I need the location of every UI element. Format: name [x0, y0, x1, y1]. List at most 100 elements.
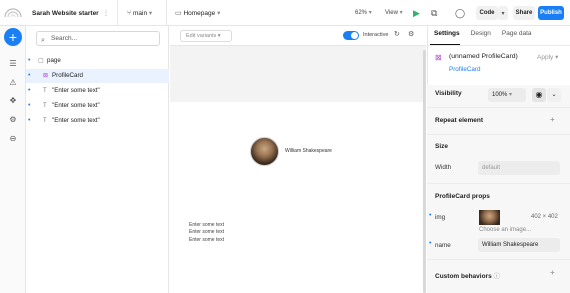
- layer-label: "Enter some text": [52, 87, 100, 94]
- chevron-down-icon: ▾: [217, 10, 221, 17]
- divider: [427, 259, 570, 260]
- add-behavior-icon[interactable]: +: [550, 268, 555, 278]
- bullet-icon: •: [429, 212, 432, 219]
- img-thumbnail[interactable]: [479, 210, 500, 225]
- component-icon: ⊠: [43, 73, 49, 79]
- app-logo[interactable]: [3, 3, 23, 23]
- bullet-icon: •: [28, 117, 31, 124]
- page-icon: ▭: [175, 10, 182, 17]
- width-label: Width: [435, 164, 452, 171]
- branch-icon: ⑂: [127, 10, 132, 17]
- code-menu-button[interactable]: ▾: [498, 6, 508, 20]
- chevron-down-icon: ▾: [555, 54, 559, 61]
- project-name: Sarah Website starter: [32, 10, 99, 17]
- layer-label: page: [47, 57, 61, 64]
- search-placeholder: Search...: [51, 35, 78, 42]
- layer-item-page[interactable]: • ▢ page: [26, 54, 169, 68]
- text-icon: T: [43, 118, 47, 124]
- profile-avatar[interactable]: [250, 137, 279, 166]
- text-block[interactable]: Enter some text Enter some text Enter so…: [189, 222, 224, 244]
- comment-icon[interactable]: ◯: [455, 8, 465, 18]
- chevron-down-icon: ▾: [509, 92, 513, 98]
- tab-page-data[interactable]: Page data: [502, 30, 532, 37]
- layers-search-input[interactable]: ⌕ Search...: [36, 31, 160, 46]
- search-icon: ⌕: [41, 37, 45, 44]
- bullet-icon: •: [28, 57, 31, 64]
- settings-icon[interactable]: ⚙: [7, 114, 19, 126]
- img-size: 402 × 402: [531, 214, 558, 220]
- panel-tabs: Settings Design Page data: [434, 30, 543, 37]
- branch-select[interactable]: ⑂ main ▾: [127, 9, 152, 19]
- layer-item-text[interactable]: • T "Enter some text": [26, 84, 169, 98]
- custom-behaviors-label: Custom behaviors ⓘ: [435, 270, 500, 280]
- project-name-button[interactable]: Sarah Website starter ⋮: [32, 9, 109, 17]
- name-input[interactable]: William Shakespeare: [478, 238, 560, 252]
- interactive-toggle[interactable]: [343, 31, 359, 40]
- layer-item-profilecard[interactable]: • ⊠ ProfileCard: [26, 69, 169, 83]
- visibility-select[interactable]: 100% ▾: [488, 88, 526, 102]
- bullet-icon: •: [28, 102, 31, 109]
- canvas-text[interactable]: Enter some text: [189, 222, 224, 229]
- layer-item-text[interactable]: • T "Enter some text": [26, 114, 169, 128]
- edit-variants-label: Edit variants: [186, 33, 217, 39]
- canvas-text[interactable]: Enter some text: [189, 237, 224, 244]
- bullet-icon: •: [28, 72, 31, 79]
- share-button[interactable]: Share: [513, 6, 535, 20]
- name-label: name: [435, 242, 451, 249]
- chevron-down-icon: ▾: [399, 10, 403, 16]
- canvas-settings-icon[interactable]: ⚙: [408, 30, 414, 40]
- repeat-element-label: Repeat element: [435, 117, 484, 124]
- eye-icon[interactable]: ◉: [532, 88, 546, 102]
- play-icon[interactable]: ▶: [413, 8, 420, 18]
- page-icon: ▢: [38, 58, 44, 64]
- bullet-icon: •: [429, 240, 432, 247]
- info-icon[interactable]: ⓘ: [494, 273, 501, 280]
- divider: [427, 45, 570, 46]
- profile-name[interactable]: William Shakespeare: [285, 148, 332, 154]
- page-label: Homepage: [183, 10, 216, 17]
- apply-label: Apply: [537, 54, 554, 61]
- plus-icon: +: [8, 29, 18, 45]
- open-external-icon[interactable]: ⧉: [431, 8, 437, 18]
- canvas-header-area[interactable]: [170, 46, 426, 102]
- page-select[interactable]: ▭ Homepage ▾: [175, 9, 220, 19]
- publish-button[interactable]: Publish: [538, 6, 564, 20]
- edit-variants-button[interactable]: Edit variants ▾: [180, 30, 232, 42]
- visibility-menu-icon[interactable]: ⌄: [547, 88, 561, 102]
- project-menu-icon: ⋮: [102, 10, 110, 17]
- warning-icon[interactable]: ⚠: [7, 77, 19, 89]
- component-link[interactable]: ProfileCard: [449, 66, 481, 73]
- custom-behaviors-text: Custom behaviors: [435, 273, 492, 280]
- components-icon[interactable]: ✥: [7, 95, 19, 107]
- bullet-icon: •: [28, 87, 31, 94]
- canvas-text[interactable]: Enter some text: [189, 229, 224, 236]
- layer-item-text[interactable]: • T "Enter some text": [26, 99, 169, 113]
- canvas-scrollbar[interactable]: [423, 50, 426, 293]
- apply-button[interactable]: Apply ▾: [537, 53, 558, 61]
- chevron-down-icon: ▾: [148, 10, 153, 17]
- layer-label: "Enter some text": [52, 117, 100, 124]
- visibility-label: Visibility: [435, 90, 462, 97]
- layer-label: ProfileCard: [52, 72, 83, 79]
- layers-icon[interactable]: ☰: [7, 58, 19, 70]
- canvas-page[interactable]: [170, 102, 426, 293]
- tab-design[interactable]: Design: [471, 30, 491, 37]
- chevron-down-icon: ▾: [501, 10, 505, 17]
- add-element-button[interactable]: +: [4, 28, 22, 46]
- choose-image-button[interactable]: Choose an image...: [479, 227, 531, 233]
- zoom-value: 62%: [355, 10, 368, 16]
- props-label: ProfileCard props: [435, 193, 490, 200]
- visibility-value: 100%: [492, 92, 508, 98]
- component-title: (unnamed ProfileCard): [449, 53, 518, 60]
- code-button[interactable]: Code: [476, 6, 498, 20]
- refresh-icon[interactable]: ↻: [394, 30, 400, 40]
- layer-label: "Enter some text": [52, 102, 100, 109]
- width-input[interactable]: default: [478, 161, 560, 175]
- divider: [117, 0, 118, 26]
- size-label: Size: [435, 143, 449, 150]
- zoom-select[interactable]: 62% ▾: [355, 9, 372, 16]
- view-select[interactable]: View ▾: [385, 9, 403, 16]
- history-icon[interactable]: ⊖: [7, 133, 19, 145]
- add-repeat-icon[interactable]: +: [550, 115, 555, 125]
- tab-settings[interactable]: Settings: [434, 30, 460, 37]
